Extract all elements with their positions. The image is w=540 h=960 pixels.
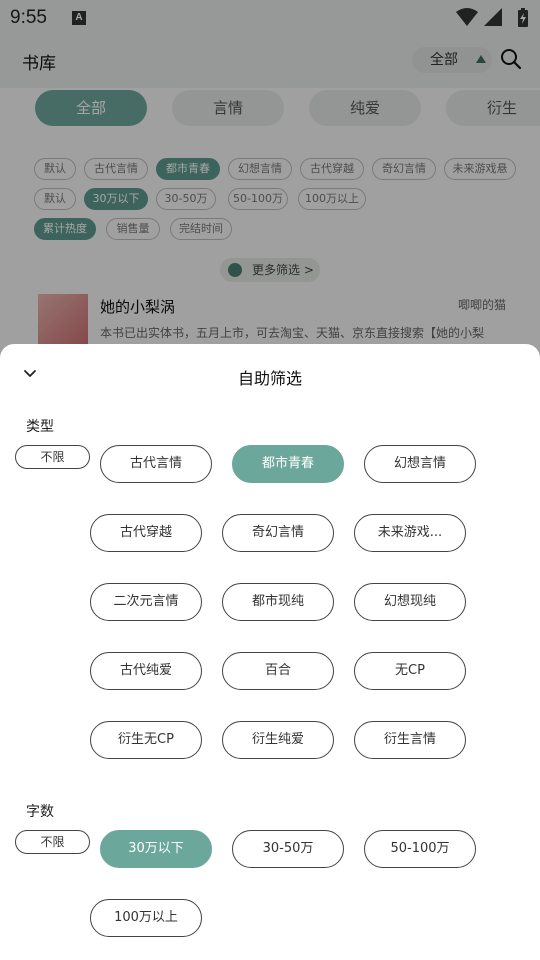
type-option[interactable]: 未来游戏... [354, 514, 466, 552]
type-option[interactable]: 衍生无CP [90, 721, 202, 759]
type-option-selected[interactable]: 都市青春 [232, 445, 344, 483]
type-option[interactable]: 二次元言情 [90, 583, 202, 621]
type-option[interactable]: 古代纯爱 [90, 652, 202, 690]
type-option[interactable]: 都市现纯 [222, 583, 334, 621]
words-option[interactable]: 50-100万 [364, 830, 476, 868]
type-option[interactable]: 古代言情 [100, 445, 212, 483]
words-option[interactable]: 100万以上 [90, 899, 202, 937]
type-option[interactable]: 幻想言情 [364, 445, 476, 483]
type-option[interactable]: 衍生纯爱 [222, 721, 334, 759]
type-option[interactable]: 幻想现纯 [354, 583, 466, 621]
type-option[interactable]: 奇幻言情 [222, 514, 334, 552]
type-option[interactable]: 衍生言情 [354, 721, 466, 759]
words-option-selected[interactable]: 30万以下 [100, 830, 212, 868]
type-section-label: 类型 [26, 419, 54, 435]
words-option[interactable]: 30-50万 [232, 830, 344, 868]
sheet-title: 自助筛选 [237, 369, 302, 388]
type-nolimit-button[interactable]: 不限 [15, 445, 90, 469]
type-option[interactable]: 古代穿越 [90, 514, 202, 552]
words-nolimit-button[interactable]: 不限 [15, 830, 90, 854]
filter-sheet: 自助筛选 类型 不限 古代言情 都市青春 幻想言情 古代穿越 奇幻言情 未来游戏… [0, 344, 540, 960]
type-option[interactable]: 百合 [222, 652, 334, 690]
type-option[interactable]: 无CP [354, 652, 466, 690]
words-section-label: 字数 [26, 804, 54, 820]
